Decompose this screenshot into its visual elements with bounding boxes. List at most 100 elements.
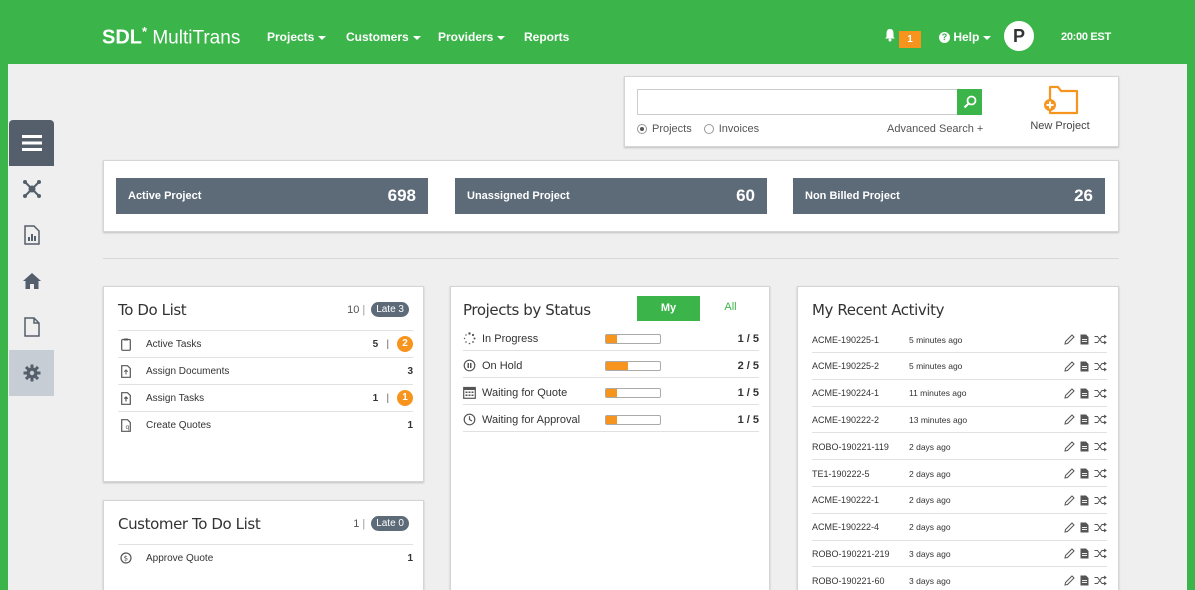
status-row-waiting-approval[interactable]: Waiting for Approval 1 / 5 [463,408,759,432]
shuffle-icon[interactable] [1094,548,1107,559]
shuffle-icon[interactable] [1094,441,1107,452]
shuffle-icon[interactable] [1094,414,1107,425]
sidebar-item-home[interactable] [9,258,54,304]
nav-customers[interactable]: Customers [346,30,421,44]
document-icon [23,317,40,337]
new-project-label: New Project [1030,120,1090,132]
nav-projects[interactable]: Projects [267,30,327,44]
radio-invoices[interactable] [703,124,714,134]
activity-project-id[interactable]: ACME-190222-4 [812,522,909,532]
file-icon[interactable] [1080,361,1089,372]
progress-bar [605,333,661,344]
activity-project-id[interactable]: ACME-190222-2 [812,415,909,425]
activity-row[interactable]: ACME-190225-2 5 minutes ago [812,354,1107,380]
bell-icon[interactable] [883,28,897,42]
pencil-icon[interactable] [1064,387,1075,399]
late-badge[interactable]: Late 0 [371,516,409,531]
sidebar-item-documents[interactable] [9,304,54,350]
shuffle-icon[interactable] [1094,361,1107,372]
pencil-icon[interactable] [1064,575,1075,586]
status-row-in-progress[interactable]: In Progress 1 / 5 [463,327,759,351]
home-icon [22,273,41,289]
sidebar-item-network[interactable] [9,166,54,212]
shuffle-icon[interactable] [1094,495,1107,506]
activity-row[interactable]: ROBO-190221-119 2 days ago [812,434,1107,461]
activity-project-id[interactable]: ACME-190225-2 [812,361,909,371]
shuffle-icon[interactable] [1094,388,1107,399]
pencil-icon[interactable] [1064,361,1075,372]
activity-row[interactable]: ROBO-190221-60 3 days ago [812,568,1107,590]
new-project-button[interactable]: New Project [1025,83,1095,132]
file-icon[interactable] [1080,334,1089,345]
activity-row[interactable]: ACME-190222-1 2 days ago [812,488,1107,514]
late-count-badge[interactable]: 1 [397,390,413,406]
pencil-icon[interactable] [1064,414,1075,426]
file-icon[interactable] [1080,414,1089,425]
activity-project-id[interactable]: ACME-190225-1 [812,335,909,345]
menu-toggle[interactable] [9,120,54,166]
radio-projects[interactable] [637,124,647,134]
app-logo[interactable]: SDL* MultiTrans [102,24,240,49]
activity-row[interactable]: ROBO-190221-219 3 days ago [812,541,1107,568]
pencil-icon[interactable] [1064,521,1075,533]
stats-panel: Active Project 698 Unassigned Project 60… [103,160,1119,232]
activity-project-id[interactable]: ROBO-190221-60 [812,576,909,586]
file-icon[interactable] [1080,575,1089,586]
clipboard-icon [118,338,134,351]
pencil-icon[interactable] [1064,468,1075,479]
pencil-icon[interactable] [1064,495,1075,506]
activity-project-id[interactable]: TE1-190222-5 [812,469,909,479]
user-avatar[interactable]: P [1004,21,1034,51]
shuffle-icon[interactable] [1094,468,1107,479]
customer-todo-card: Customer To Do List 1 | Late 0 $ Approve… [103,500,424,590]
sidebar-item-settings[interactable] [9,350,54,396]
activity-project-id[interactable]: ROBO-190221-119 [812,442,909,452]
tab-my[interactable]: My [637,296,700,321]
late-badge[interactable]: Late 3 [371,302,409,317]
search-input[interactable] [637,89,957,115]
status-row-on-hold[interactable]: On Hold 2 / 5 [463,354,759,378]
nav-providers[interactable]: Providers [438,30,506,44]
progress-bar [605,387,661,398]
tab-all[interactable]: All [708,301,753,313]
svg-text:q: q [126,424,130,431]
todo-item-create-quotes[interactable]: q Create Quotes 1 [118,411,413,438]
file-icon[interactable] [1080,548,1089,559]
todo-item-assign-tasks[interactable]: Assign Tasks 1 | 1 [118,384,413,411]
activity-row[interactable]: ACME-190224-1 11 minutes ago [812,381,1107,407]
todo-item-approve-quote[interactable]: $ Approve Quote 1 [118,544,413,571]
activity-row[interactable]: ACME-190222-4 2 days ago [812,515,1107,541]
file-icon[interactable] [1080,388,1089,399]
pencil-icon[interactable] [1064,548,1075,560]
file-icon[interactable] [1080,468,1089,479]
activity-project-id[interactable]: ACME-190224-1 [812,388,909,398]
pencil-icon[interactable] [1064,334,1075,345]
file-icon[interactable] [1080,495,1089,506]
shuffle-icon[interactable] [1094,575,1107,586]
stat-active-project[interactable]: Active Project 698 [116,178,428,214]
todo-item-active-tasks[interactable]: Active Tasks 5 | 2 [118,330,413,357]
file-icon[interactable] [1080,522,1089,533]
activity-row[interactable]: ACME-190222-2 13 minutes ago [812,407,1107,434]
late-count-badge[interactable]: 2 [397,336,413,352]
calendar-icon [463,386,476,399]
pencil-icon[interactable] [1064,441,1075,452]
activity-row[interactable]: ACME-190225-1 5 minutes ago [812,327,1107,353]
todo-item-assign-documents[interactable]: Assign Documents 3 [118,357,413,384]
question-circle-icon: ? [939,32,950,44]
notification-badge[interactable]: 1 [899,31,921,48]
search-button[interactable] [957,89,982,115]
advanced-search-link[interactable]: Advanced Search + [887,123,983,135]
shuffle-icon[interactable] [1094,522,1107,533]
status-row-waiting-quote[interactable]: Waiting for Quote 1 / 5 [463,381,759,405]
activity-project-id[interactable]: ACME-190222-1 [812,495,909,505]
help-menu[interactable]: ? Help [939,30,992,44]
nav-reports[interactable]: Reports [524,30,569,44]
stat-non-billed-project[interactable]: Non Billed Project 26 [793,178,1105,214]
sidebar-item-reports[interactable] [9,212,54,258]
activity-project-id[interactable]: ROBO-190221-219 [812,549,909,559]
stat-unassigned-project[interactable]: Unassigned Project 60 [455,178,767,214]
shuffle-icon[interactable] [1094,334,1107,345]
file-icon[interactable] [1080,441,1089,452]
activity-row[interactable]: TE1-190222-5 2 days ago [812,461,1107,487]
